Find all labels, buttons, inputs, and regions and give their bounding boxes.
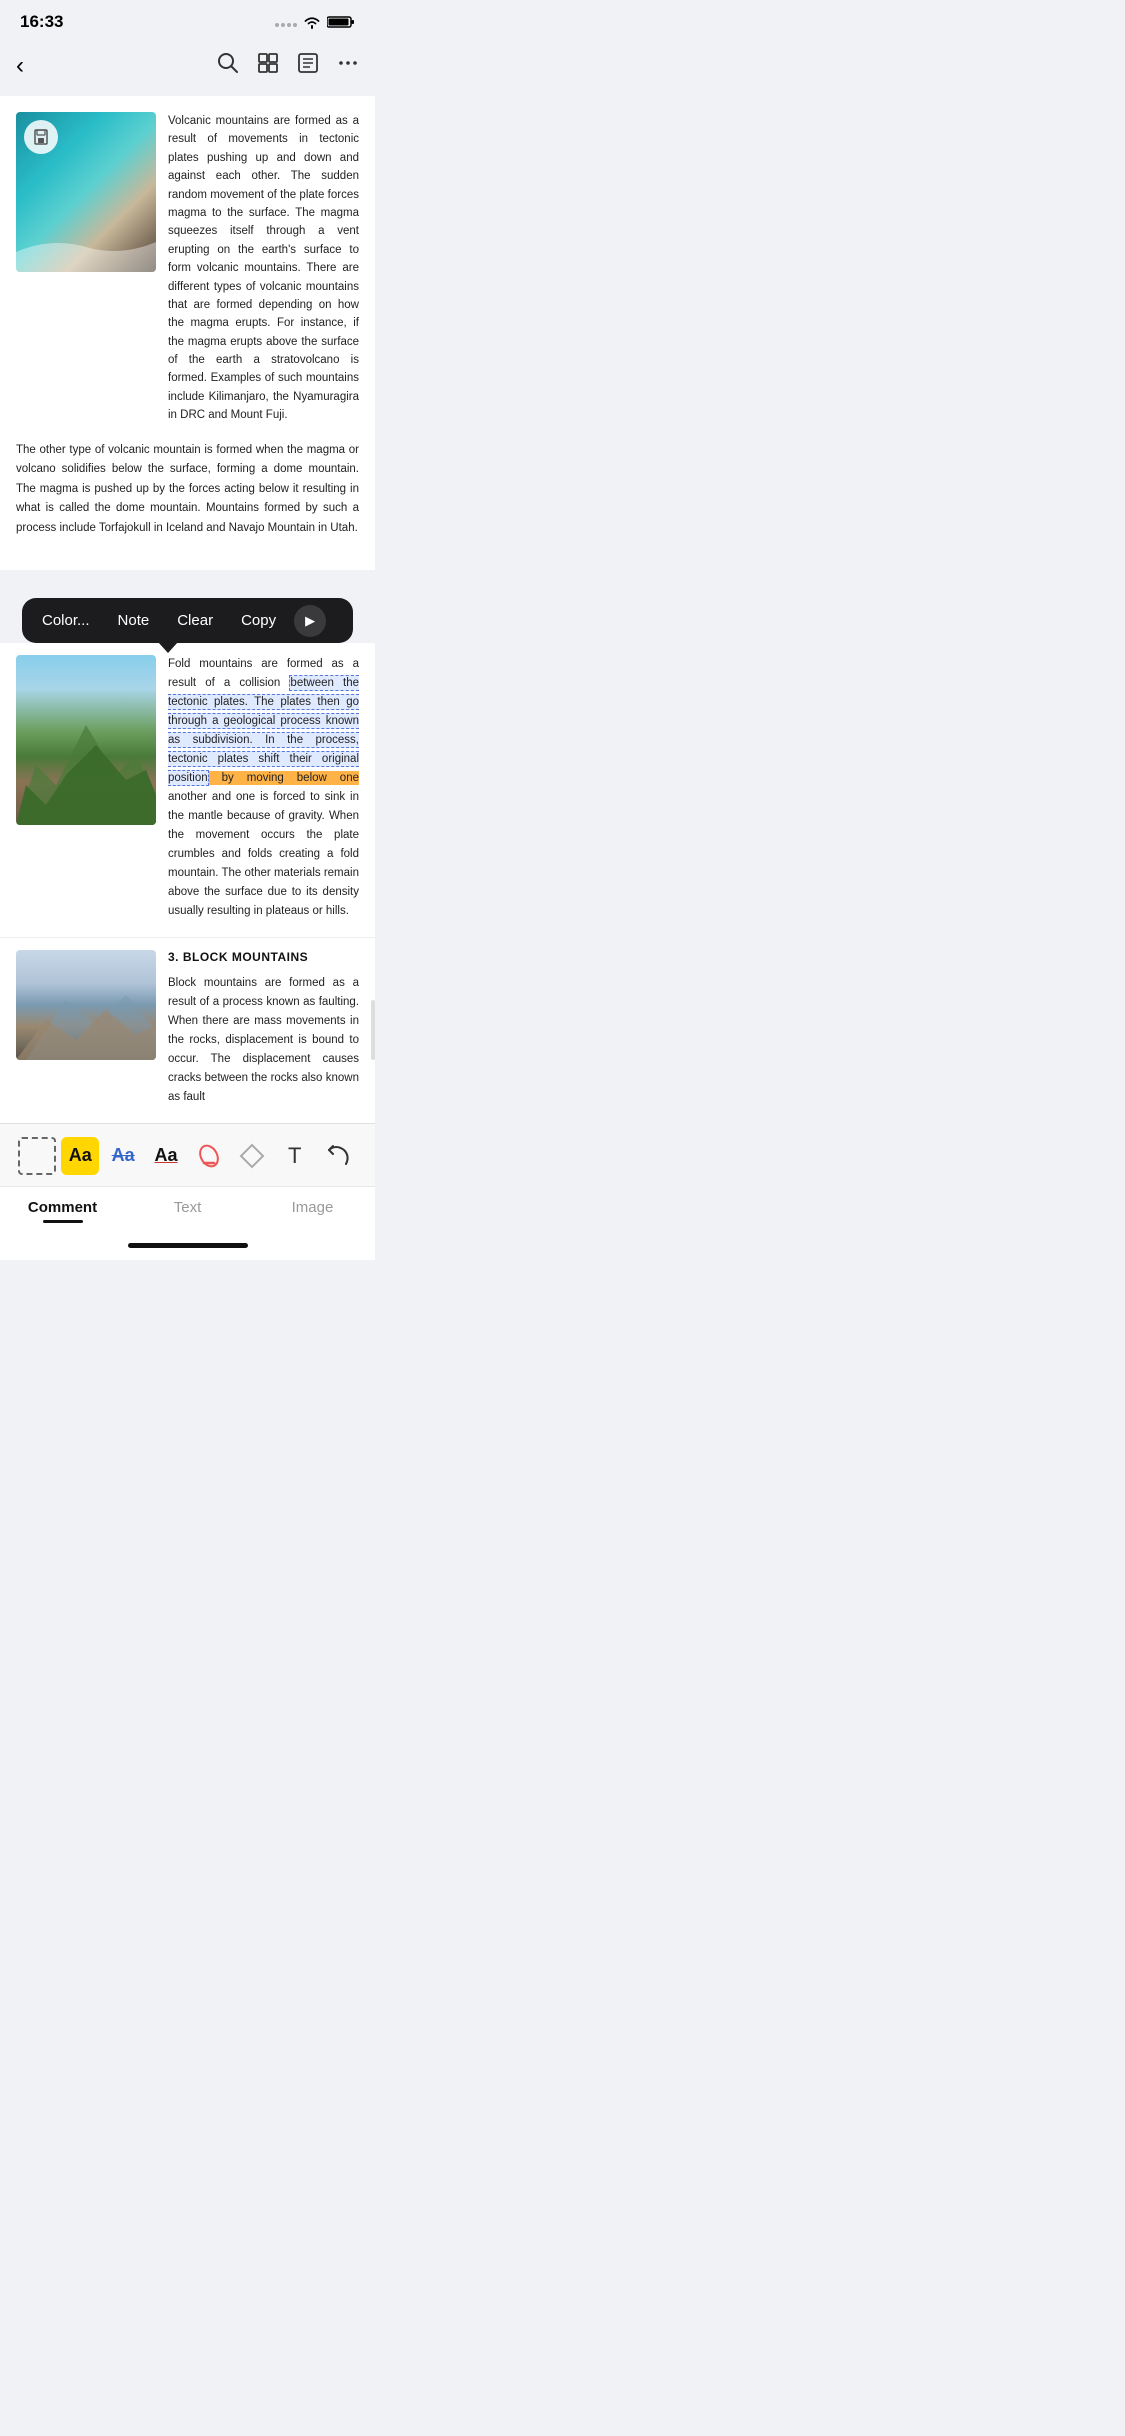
fold-section: Fold mountains are formed as a result of… [0, 643, 375, 937]
arrow-icon: ▶ [305, 613, 315, 629]
save-badge[interactable] [24, 120, 58, 154]
separator [0, 570, 391, 580]
more-icon[interactable] [337, 52, 359, 80]
text-highlight-tool[interactable]: Aa [59, 1134, 102, 1178]
status-bar: 16:33 [0, 0, 375, 40]
tab-image[interactable]: Image [250, 1199, 375, 1229]
block-mountain-image [16, 950, 156, 1060]
list-icon[interactable] [297, 52, 319, 80]
home-bar [128, 1243, 248, 1248]
select-tool-box [18, 1137, 56, 1175]
marker-icon [196, 1143, 222, 1169]
highlight-blue-text: between the tectonic plates. The plates … [168, 675, 359, 786]
tab-comment[interactable]: Comment [0, 1199, 125, 1229]
undo-tool[interactable] [316, 1134, 359, 1178]
tab-active-indicator [43, 1220, 83, 1223]
volcanic-image [16, 112, 156, 272]
nav-right [217, 52, 359, 80]
content-area: Volcanic mountains are formed as a resul… [0, 96, 375, 570]
section1-text: Volcanic mountains are formed as a resul… [168, 112, 359, 425]
eraser-tool[interactable] [230, 1134, 273, 1178]
highlight-orange-text: by moving below one [209, 771, 359, 785]
status-time: 16:33 [20, 12, 63, 32]
tab-text[interactable]: Text [125, 1199, 250, 1229]
underline-aa-icon: Aa [155, 1145, 178, 1166]
marker-tool[interactable] [188, 1134, 231, 1178]
strike-aa-icon: Aa [112, 1145, 135, 1166]
text-strike-tool[interactable]: Aa [102, 1134, 145, 1178]
block-text: Block mountains are formed as a result o… [168, 974, 359, 1107]
note-button[interactable]: Note [104, 602, 164, 639]
nav-bar: ‹ [0, 40, 375, 96]
undo-icon [326, 1144, 350, 1168]
color-button[interactable]: Color... [28, 602, 104, 639]
popup-container: Color... Note Clear Copy ▶ [0, 580, 375, 643]
nav-left: ‹ [16, 48, 32, 84]
section2-text: The other type of volcanic mountain is f… [16, 437, 359, 539]
popup-more-arrow[interactable]: ▶ [294, 605, 326, 637]
copy-button[interactable]: Copy [227, 602, 290, 639]
t-icon: T [288, 1143, 301, 1169]
clear-button[interactable]: Clear [163, 602, 227, 639]
bottom-tabs: Comment Text Image [0, 1186, 375, 1235]
fold-text: Fold mountains are formed as a result of… [168, 655, 359, 921]
select-tool[interactable] [16, 1134, 59, 1178]
text-insert-tool[interactable]: T [273, 1134, 316, 1178]
popup-menu: Color... Note Clear Copy ▶ [22, 598, 353, 643]
highlight-aa-icon: Aa [61, 1137, 99, 1175]
fold-mountain-image [16, 655, 156, 825]
block-content: 3. BLOCK MOUNTAINS Block mountains are f… [16, 950, 359, 1107]
battery-icon [327, 15, 355, 29]
home-indicator [0, 1235, 375, 1260]
bottom-toolbar: Aa Aa Aa T [0, 1123, 375, 1186]
signal-icon [275, 15, 297, 29]
search-icon[interactable] [217, 52, 239, 80]
toolbar-icons: Aa Aa Aa T [16, 1134, 359, 1178]
scroll-indicator[interactable] [371, 1000, 375, 1060]
block-section: 3. BLOCK MOUNTAINS Block mountains are f… [0, 937, 375, 1123]
wifi-icon [303, 15, 321, 29]
grid-icon[interactable] [257, 52, 279, 80]
fold-content: Fold mountains are formed as a result of… [16, 655, 359, 921]
block-heading: 3. BLOCK MOUNTAINS [168, 950, 359, 964]
status-icons [275, 15, 355, 29]
back-button[interactable]: ‹ [16, 48, 32, 84]
text-underline-tool[interactable]: Aa [145, 1134, 188, 1178]
section-1: Volcanic mountains are formed as a resul… [16, 112, 359, 425]
eraser-icon [239, 1143, 265, 1169]
